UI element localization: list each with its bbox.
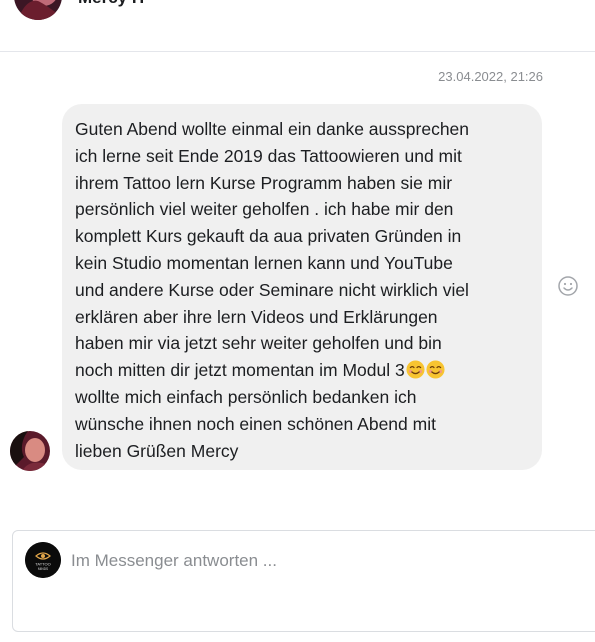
smiling-face-icon (426, 360, 445, 379)
message-line-text: noch mitten dir jetzt momentan im Modul … (75, 360, 405, 381)
message-line: wollte mich einfach persönlich bedanken … (75, 386, 417, 407)
message-line: erklären aber ihre lern Videos und Erklä… (75, 306, 438, 327)
contact-name[interactable]: Mercy H (78, 0, 144, 8)
reply-composer[interactable]: TATTOO MINDS (12, 530, 595, 632)
message-line: und andere Kurse oder Seminare nicht wir… (75, 279, 469, 300)
message-line-with-emoji: noch mitten dir jetzt momentan im Modul … (75, 357, 528, 384)
sender-avatar[interactable] (10, 431, 50, 471)
message-line: haben mir via jetzt sehr weiter geholfen… (75, 333, 442, 354)
logo-text-bottom: MINDS (38, 567, 48, 571)
smiling-face-icon (406, 360, 425, 379)
message-line: kein Studio momentan lernen kann und You… (75, 252, 453, 273)
message-timestamp: 23.04.2022, 21:26 (438, 69, 543, 84)
message-line: ich lerne seit Ende 2019 das Tattoowiere… (75, 145, 462, 166)
contact-avatar[interactable] (14, 0, 62, 20)
message-line: ihrem Tattoo lern Kurse Programm haben s… (75, 172, 453, 193)
message-line: persönlich viel weiter geholfen . ich ha… (75, 199, 454, 220)
conversation-header: Mercy H (0, 0, 595, 52)
react-emoji-icon[interactable] (557, 275, 579, 297)
reply-input[interactable] (71, 549, 571, 573)
message-bubble[interactable]: Guten Abend wollte einmal ein danke auss… (62, 104, 542, 470)
message-line: komplett Kurs gekauft da aua privaten Gr… (75, 226, 462, 247)
message-line: wünsche ihnen noch einen schönen Abend m… (75, 413, 436, 434)
logo-text-top: TATTOO (35, 562, 51, 567)
page-logo: TATTOO MINDS (25, 542, 61, 578)
message-line: Guten Abend wollte einmal ein danke auss… (75, 119, 470, 139)
message-line: lieben Grüßen Mercy (75, 440, 239, 461)
